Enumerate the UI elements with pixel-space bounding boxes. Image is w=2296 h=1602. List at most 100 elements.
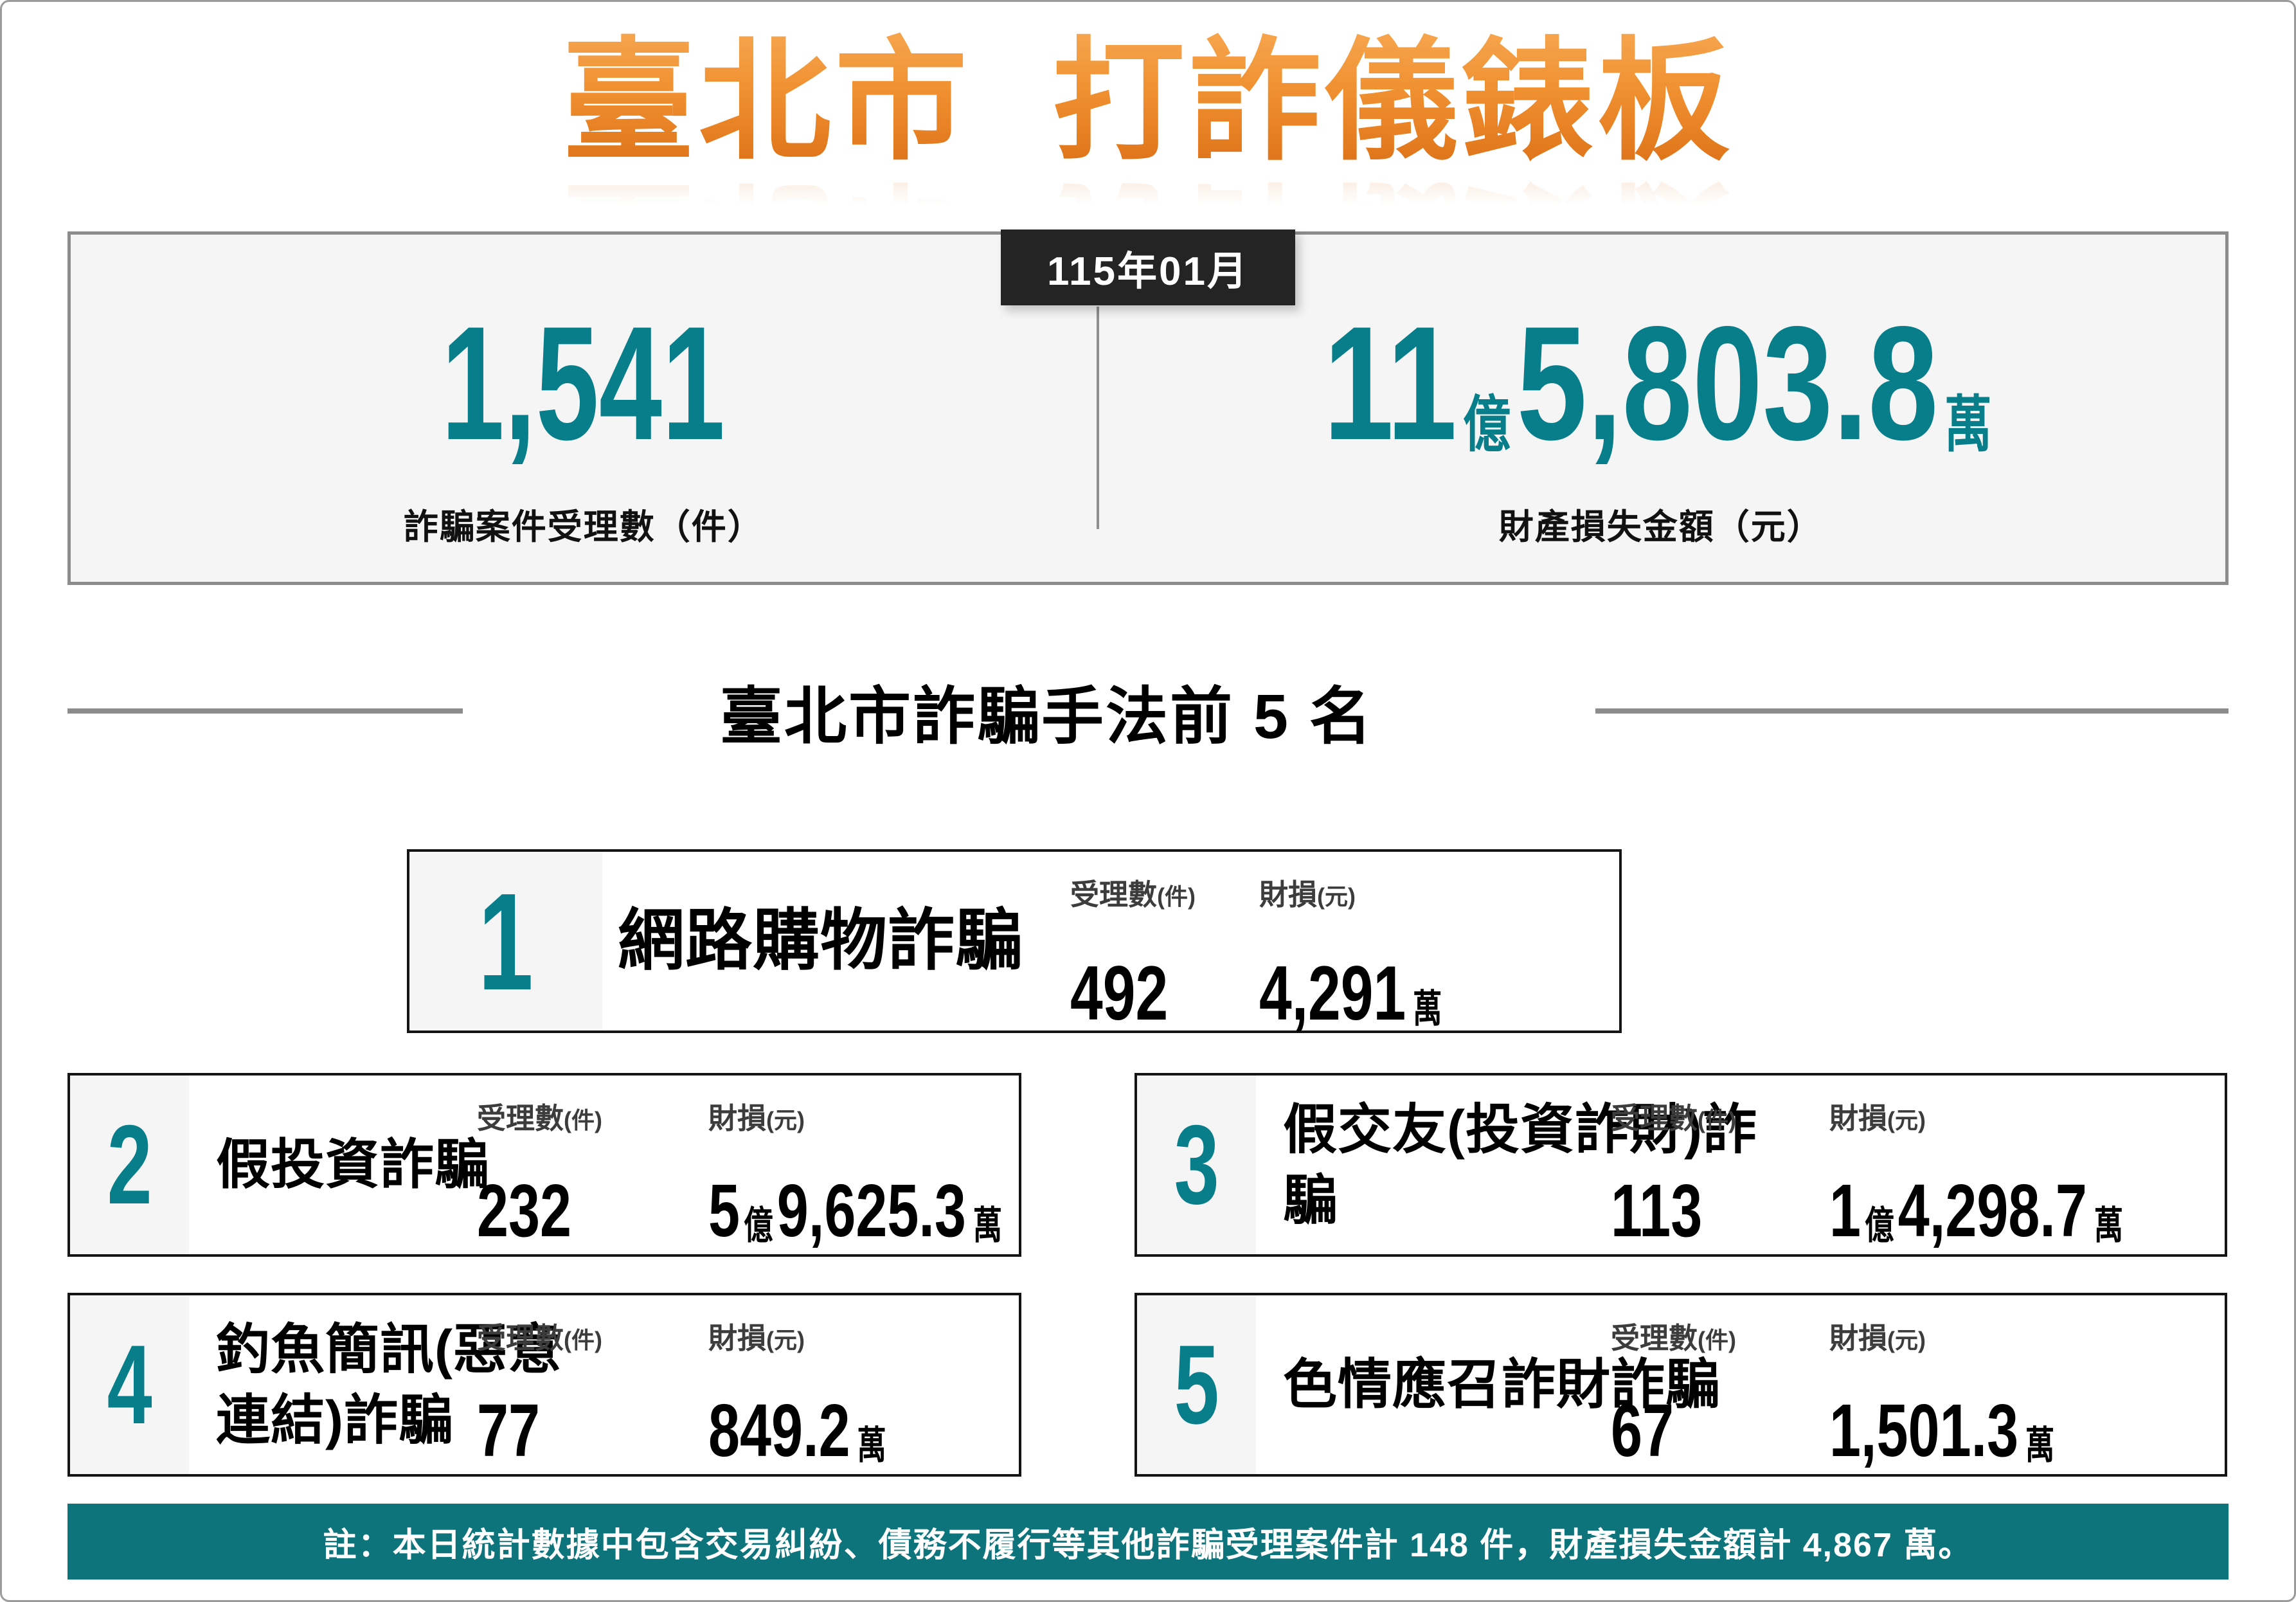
loss-header-label: 財損 <box>1259 878 1318 912</box>
loss-header-sub: (元) <box>766 1107 805 1134</box>
fraud-card-body: 假交友(投資詐財)詐 騙 受理數(件) 113 財損(元) 1 億 4,298.7 萬 <box>1256 1076 2225 1254</box>
cases-header-sub: (件) <box>1698 1327 1736 1354</box>
loss-wan: 4,298.7 <box>1897 1169 2087 1253</box>
loss-yi-unit: 億 <box>1865 1204 1894 1248</box>
cases-header-sub: (件) <box>564 1107 602 1134</box>
cases-count-value: 1,541 <box>442 293 726 474</box>
loss-column-header: 財損(元) <box>708 1315 942 1356</box>
loss-column: 財損(元) 849.2 萬 <box>708 1315 942 1473</box>
cases-column-header: 受理數(件) <box>1070 871 1199 913</box>
cases-header-sub: (件) <box>564 1327 602 1354</box>
loss-column-header: 財損(元) <box>1259 871 1500 913</box>
loss-column: 財損(元) 5 億 9,625.3 萬 <box>708 1095 1095 1254</box>
loss-wan-unit: 萬 <box>973 1204 1003 1248</box>
loss-value: 1,501.3 萬 <box>1829 1387 2054 1473</box>
cases-column-header: 受理數(件) <box>1611 1095 1736 1137</box>
cases-value: 492 <box>1070 949 1168 1038</box>
loss-yi-unit: 億 <box>1463 391 1511 460</box>
cases-column: 受理數(件) 492 <box>1070 871 1199 1038</box>
cases-number: 67 <box>1611 1389 1674 1473</box>
rank-number: 5 <box>1174 1322 1219 1448</box>
rank-number: 3 <box>1174 1102 1219 1228</box>
loss-value: 5 億 9,625.3 萬 <box>708 1167 1002 1254</box>
rank-badge-panel: 4 <box>70 1295 189 1475</box>
period-badge: 115年01月 <box>1001 230 1295 306</box>
fraud-card-body: 色情應召詐財詐騙 受理數(件) 67 財損(元) 1,501.3 萬 <box>1256 1295 2225 1474</box>
loss-wan-unit: 萬 <box>1944 391 1993 460</box>
rank-number: 4 <box>107 1322 152 1448</box>
cases-column: 受理數(件) 67 <box>1611 1315 1736 1473</box>
loss-amount-label: 財產損失金額（元） <box>1498 508 1823 547</box>
loss-wan: 9,625.3 <box>776 1169 966 1253</box>
dashboard-page: 臺北市 打詐儀錶板 臺北市 打詐儀錶板 115年01月 1,541 詐騙案件受理… <box>0 0 2296 1602</box>
summary-cases-block: 1,541 詐騙案件受理數（件） <box>71 235 1097 582</box>
loss-yi: 1 <box>1829 1169 1861 1253</box>
loss-wan: 1,501.3 <box>1829 1389 2019 1473</box>
cases-header-label: 受理數 <box>477 1322 564 1355</box>
loss-header-sub: (元) <box>766 1327 805 1354</box>
rank-number: 1 <box>478 863 534 1019</box>
cases-column-header: 受理數(件) <box>477 1095 602 1137</box>
fraud-card-rank-5: 5 色情應召詐財詐騙 受理數(件) 67 財損(元) 1,501.3 萬 <box>1135 1293 2227 1477</box>
rank-badge-panel: 1 <box>409 852 602 1031</box>
fraud-card-body: 網路購物詐騙 受理數(件) 492 財損(元) 4,291 萬 <box>602 852 1619 1036</box>
fraud-card-body: 釣魚簡訊(惡意 連結)詐騙 受理數(件) 77 財損(元) 849.2 萬 <box>189 1295 1019 1474</box>
cases-column: 受理數(件) 113 <box>1611 1095 1736 1254</box>
loss-value: 849.2 萬 <box>708 1387 886 1473</box>
loss-header-sub: (元) <box>1887 1107 1926 1134</box>
cases-count-label: 詐騙案件受理數（件） <box>403 508 764 547</box>
cases-column-header: 受理數(件) <box>477 1315 602 1356</box>
cases-number: 232 <box>477 1169 572 1253</box>
cases-column: 受理數(件) 77 <box>477 1315 602 1473</box>
footer-note-bar: 註：本日統計數據中包含交易糾紛、債務不履行等其他詐騙受理案件計 148 件，財產… <box>67 1504 2229 1580</box>
rank-badge-panel: 3 <box>1137 1076 1256 1255</box>
fraud-card-rank-3: 3 假交友(投資詐財)詐 騙 受理數(件) 113 財損(元) 1 億 4,298.… <box>1135 1073 2227 1257</box>
loss-header-label: 財損 <box>708 1102 767 1135</box>
rank-badge-panel: 5 <box>1137 1295 1256 1475</box>
loss-column-header: 財損(元) <box>1829 1095 2216 1137</box>
loss-header-label: 財損 <box>1829 1102 1888 1135</box>
fraud-card-rank-2: 2 假投資詐騙 受理數(件) 232 財損(元) 5 億 9,625.3 萬 <box>67 1073 1021 1257</box>
loss-wan-value: 5,803.8 <box>1516 293 1939 474</box>
divider-line-right <box>1595 708 2229 714</box>
loss-header-label: 財損 <box>1829 1322 1888 1355</box>
loss-header-label: 財損 <box>708 1322 767 1355</box>
page-title: 臺北市 打詐儀錶板 <box>2 21 2294 183</box>
cases-value: 232 <box>477 1167 572 1254</box>
loss-column-header: 財損(元) <box>708 1095 1095 1137</box>
summary-divider <box>1096 307 1099 530</box>
loss-wan: 4,291 <box>1259 950 1406 1037</box>
loss-yi-value: 11 <box>1323 293 1457 474</box>
cases-value: 77 <box>477 1387 572 1473</box>
loss-wan-unit: 萬 <box>2025 1424 2055 1468</box>
cases-header-sub: (件) <box>1698 1107 1736 1134</box>
cases-header-label: 受理數 <box>1611 1102 1698 1135</box>
loss-amount-value: 11 億 5,803.8 萬 <box>1323 303 1998 465</box>
cases-header-label: 受理數 <box>1070 878 1158 912</box>
loss-column: 財損(元) 4,291 萬 <box>1259 871 1500 1038</box>
fraud-cards-grid: 2 假投資詐騙 受理數(件) 232 財損(元) 5 億 9,625.3 萬 3 假交… <box>67 1073 2229 1477</box>
footer-note-text: 註：本日統計數據中包含交易糾紛、債務不履行等其他詐騙受理案件計 148 件，財產… <box>323 1526 1973 1564</box>
cases-number: 113 <box>1611 1169 1703 1253</box>
fraud-type-title: 假投資詐騙 <box>216 1134 490 1195</box>
cases-header-sub: (件) <box>1157 883 1196 910</box>
rank-badge-panel: 2 <box>70 1076 189 1255</box>
fraud-card-rank-4: 4 釣魚簡訊(惡意 連結)詐騙 受理數(件) 77 財損(元) 849.2 萬 <box>67 1293 1021 1477</box>
cases-value: 67 <box>1611 1387 1706 1473</box>
fraud-card-rank-1: 1 網路購物詐騙 受理數(件) 492 財損(元) 4,291 萬 <box>407 849 1622 1036</box>
loss-column-header: 財損(元) <box>1829 1315 2126 1356</box>
cases-number: 492 <box>1070 950 1169 1037</box>
cases-header-label: 受理數 <box>477 1102 564 1135</box>
ranking-section-header: 臺北市詐騙手法前 5 名 <box>67 665 2229 756</box>
loss-value: 1 億 4,298.7 萬 <box>1829 1167 2123 1254</box>
cases-column: 受理數(件) 232 <box>477 1095 602 1254</box>
loss-wan-unit: 萬 <box>857 1424 886 1468</box>
fraud-type-title: 網路購物詐騙 <box>618 903 1023 978</box>
loss-wan-unit: 萬 <box>2094 1204 2124 1248</box>
cases-column-header: 受理數(件) <box>1611 1315 1736 1356</box>
loss-column: 財損(元) 1 億 4,298.7 萬 <box>1829 1095 2216 1254</box>
loss-yi-unit: 億 <box>744 1204 773 1248</box>
divider-line-left <box>67 708 463 714</box>
loss-header-sub: (元) <box>1317 883 1356 910</box>
cases-value: 113 <box>1611 1167 1706 1254</box>
